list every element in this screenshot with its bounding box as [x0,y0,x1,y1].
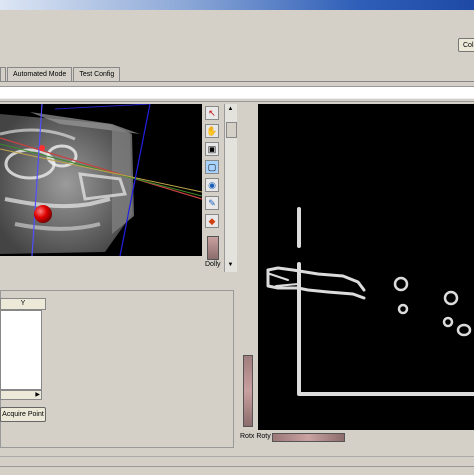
point-table[interactable] [0,310,42,390]
tab-hidden[interactable] [0,67,6,81]
rotation-slider[interactable] [272,433,345,442]
scroll-down-icon[interactable]: ▼ [226,262,235,271]
eye-icon[interactable]: ◉ [205,178,219,192]
scroll-thumb[interactable] [226,122,237,138]
horizontal-scrollbar[interactable]: ▶ [0,390,42,400]
tab-test-config[interactable]: Test Config [73,67,121,81]
status-bar-divider [0,466,474,467]
3d-render [0,104,202,256]
acquire-point-button[interactable]: Acquire Point [0,407,46,422]
vertical-scrollbar[interactable]: ▲ ▼ [224,104,237,272]
camera-icon[interactable]: ▣ [205,142,219,156]
column-header-y[interactable]: Y [0,298,46,310]
dolly-slider[interactable] [207,236,219,260]
column-button[interactable]: Col [458,38,474,52]
select-arrow-icon[interactable]: ↖ [205,106,219,120]
dolly-label: Dolly [205,261,221,268]
hand-pan-icon[interactable]: ✋ [205,124,219,138]
tab-divider [0,81,474,82]
paint-brush-icon[interactable]: ✎ [205,196,219,210]
rotation-label: Rotx Roty [240,433,271,440]
3d-volume-view[interactable] [0,104,202,256]
scroll-up-icon[interactable]: ▲ [226,106,235,115]
separator [0,101,474,102]
tab-bar: Automated Mode Test Config [0,67,121,81]
2d-slice-view[interactable] [258,104,474,430]
2d-slice-render [266,207,474,396]
window-title-bar [0,0,474,10]
tab-automated-mode[interactable]: Automated Mode [7,67,73,81]
3d-toolbar: ↖ ✋ ▣ ▢ ◉ ✎ ◆ Dolly [203,104,222,272]
zoom-box-icon[interactable]: ▢ [205,160,219,174]
slice-depth-slider[interactable] [243,355,253,427]
text-field[interactable] [0,86,474,99]
red-marker-sphere [34,205,52,223]
scroll-right-icon[interactable]: ▶ [35,391,40,398]
cube-icon[interactable]: ◆ [205,214,219,228]
